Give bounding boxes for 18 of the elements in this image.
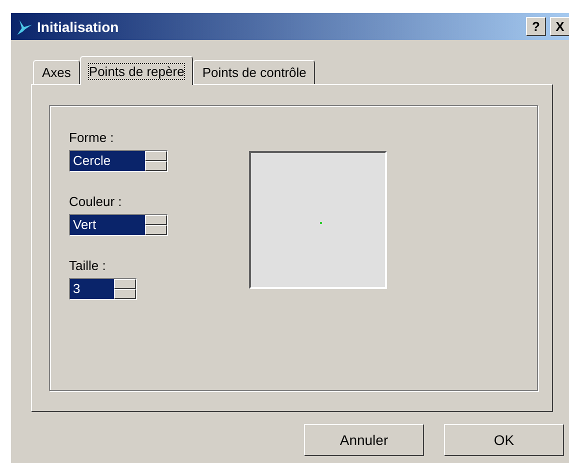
close-button[interactable]: X — [550, 17, 569, 36]
help-button[interactable]: ? — [526, 17, 546, 36]
spin-field[interactable]: Vert — [69, 214, 168, 236]
tab[interactable]: Points de contrôle — [193, 60, 316, 84]
field-label: Forme : — [69, 130, 115, 147]
dialog-button[interactable]: Annuler — [304, 424, 424, 456]
tab[interactable]: Points de repère — [80, 56, 194, 85]
spin-field[interactable]: 3 — [69, 278, 137, 300]
dialog-button[interactable]: OK — [444, 424, 564, 456]
field-label: Couleur : — [69, 194, 123, 211]
spin-field[interactable]: Cercle — [69, 150, 168, 172]
spin-arrows-icon[interactable] — [114, 279, 136, 299]
spin-arrows-icon[interactable] — [145, 215, 167, 235]
bird-icon — [15, 18, 33, 36]
window-title: Initialisation — [37, 18, 119, 34]
spin-arrows-icon[interactable] — [145, 151, 167, 171]
tab[interactable]: Axes — [33, 60, 80, 84]
field-label: Taille : — [69, 258, 107, 275]
